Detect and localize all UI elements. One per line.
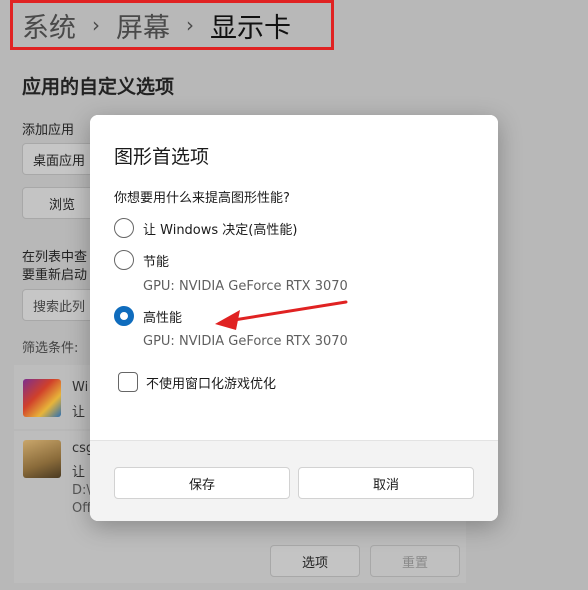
radio-option-let-windows-decide[interactable]: 让 Windows 决定(高性能) xyxy=(114,218,297,238)
checkbox-label: 不使用窗口化游戏优化 xyxy=(146,376,277,392)
chevron-right-icon: › xyxy=(92,13,100,37)
app-path: D:\ xyxy=(72,483,91,498)
radio-label: 节能 xyxy=(143,254,170,270)
list-hint-line2: 要重新启动 xyxy=(22,268,88,283)
graphics-preference-dialog: 图形首选项 你想要用什么来提高图形性能? 让 Windows 决定(高性能) 节… xyxy=(90,115,498,521)
winrar-app-icon xyxy=(23,379,61,417)
radio-option-high-performance[interactable]: 高性能 xyxy=(114,306,182,326)
breadcrumb-item-system[interactable]: 系统 xyxy=(22,6,76,45)
radio-label: 高性能 xyxy=(143,310,183,326)
chevron-right-icon: › xyxy=(186,13,194,37)
section-heading: 应用的自定义选项 xyxy=(22,76,175,98)
dialog-title: 图形首选项 xyxy=(114,146,210,168)
filter-label: 筛选条件: xyxy=(22,341,79,356)
save-button[interactable]: 保存 xyxy=(114,467,290,499)
windowed-optimization-checkbox-row[interactable]: 不使用窗口化游戏优化 xyxy=(118,372,276,392)
add-app-label: 添加应用 xyxy=(22,123,75,138)
dialog-body: 图形首选项 你想要用什么来提高图形性能? 让 Windows 决定(高性能) 节… xyxy=(90,115,498,440)
breadcrumb-item-display[interactable]: 屏幕 xyxy=(116,6,170,45)
app-extra: Off xyxy=(72,501,92,516)
checkbox[interactable] xyxy=(118,372,138,392)
radio-button[interactable] xyxy=(114,250,134,270)
breadcrumb: 系统 › 屏幕 › 显示卡 xyxy=(10,0,334,50)
options-button[interactable]: 选项 xyxy=(270,545,360,577)
radio-button[interactable] xyxy=(114,218,134,238)
gpu-info: GPU: NVIDIA GeForce RTX 3070 xyxy=(143,279,348,294)
csgo-app-icon xyxy=(23,440,61,478)
dialog-question: 你想要用什么来提高图形性能? xyxy=(114,191,290,206)
breadcrumb-item-graphics: 显示卡 xyxy=(210,12,291,44)
dialog-footer: 保存 取消 xyxy=(90,440,498,521)
gpu-info: GPU: NVIDIA GeForce RTX 3070 xyxy=(143,334,348,349)
radio-button-selected[interactable] xyxy=(114,306,134,326)
app-sub: 让 xyxy=(72,405,86,420)
radio-label: 让 Windows 决定(高性能) xyxy=(143,222,298,238)
app-name: Wi xyxy=(72,380,89,395)
app-sub: 让 xyxy=(72,465,86,480)
reset-button[interactable]: 重置 xyxy=(370,545,460,577)
radio-option-power-saving[interactable]: 节能 xyxy=(114,250,169,270)
cancel-button[interactable]: 取消 xyxy=(298,467,474,499)
list-hint-line1: 在列表中查 xyxy=(22,250,88,265)
